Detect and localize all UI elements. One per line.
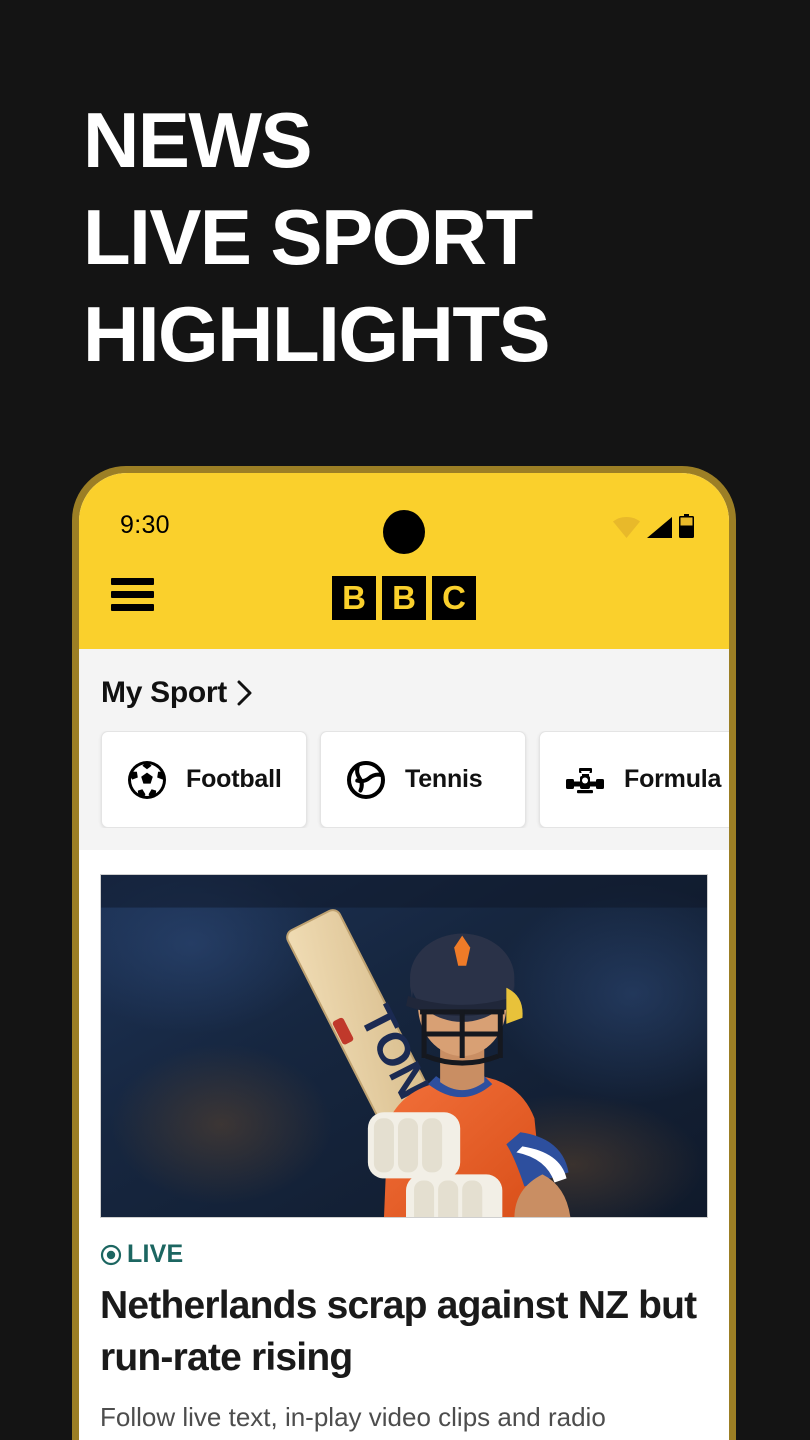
phone-mockup: 9:30 B B C My Sport Football Tennis Form… [72,466,736,1440]
my-sport-chip-football[interactable]: Football [101,731,307,828]
football-icon [128,760,166,799]
app-top-section: 9:30 B B C [79,473,729,649]
tennis-ball-icon [347,760,385,799]
hamburger-menu-icon[interactable] [111,578,154,611]
my-sport-chip-label: Football [186,765,282,793]
status-bar-icons [613,514,694,538]
cellular-signal-icon [647,517,672,538]
bbc-logo-block-3: C [432,576,476,620]
bbc-app-bar: B B C [79,559,729,649]
wifi-icon [613,517,640,538]
my-sport-title: My Sport [101,676,227,709]
promo-line-2: LIVE SPORT [83,193,533,281]
hamburger-bar-2 [111,591,154,598]
live-dot-icon [100,1244,122,1265]
hamburger-bar-3 [111,604,154,611]
my-sport-section: My Sport Football Tennis Formula [79,649,729,850]
bbc-logo-block-2: B [382,576,426,620]
article-summary: Follow live text, in-play video clips an… [100,1402,606,1440]
status-bar: 9:30 [79,473,729,559]
cricket-batsman-image: TON [101,875,707,1217]
live-badge-label: LIVE [127,1240,184,1268]
article-photo: TON [100,874,708,1218]
live-badge: LIVE [100,1240,708,1269]
my-sport-chip-label: Formula 1 [624,765,729,793]
promo-line-1: NEWS [83,96,313,184]
promo-line-3: HIGHLIGHTS [83,290,551,378]
bbc-logo-block-1: B [332,576,376,620]
hamburger-bar-1 [111,578,154,585]
bbc-logo[interactable]: B B C [332,576,476,620]
app-store-screenshot: NEWS LIVE SPORT HIGHLIGHTS 9:30 B B C My… [0,0,810,1440]
my-sport-header-link[interactable]: My Sport [79,649,729,731]
article-headline[interactable]: Netherlands scrap against NZ but run-rat… [100,1280,708,1384]
phone-screen: 9:30 B B C My Sport Football Tennis Form… [79,473,729,1440]
promo-headline: NEWS LIVE SPORT HIGHLIGHTS [83,92,743,383]
my-sport-chip-formula-1[interactable]: Formula 1 [539,731,729,828]
my-sport-chip-list[interactable]: Football Tennis Formula [79,731,729,828]
my-sport-chip-tennis[interactable]: Tennis [320,731,526,828]
chevron-right-icon [237,680,252,706]
front-camera-punch-hole [383,510,425,554]
battery-icon [679,514,694,538]
my-sport-chip-label: Tennis [405,765,483,793]
formula-1-car-icon [566,767,604,793]
article-card[interactable]: TON LIVE Netherlands scrap against NZ bu… [79,850,729,1440]
status-bar-clock: 9:30 [120,511,170,539]
